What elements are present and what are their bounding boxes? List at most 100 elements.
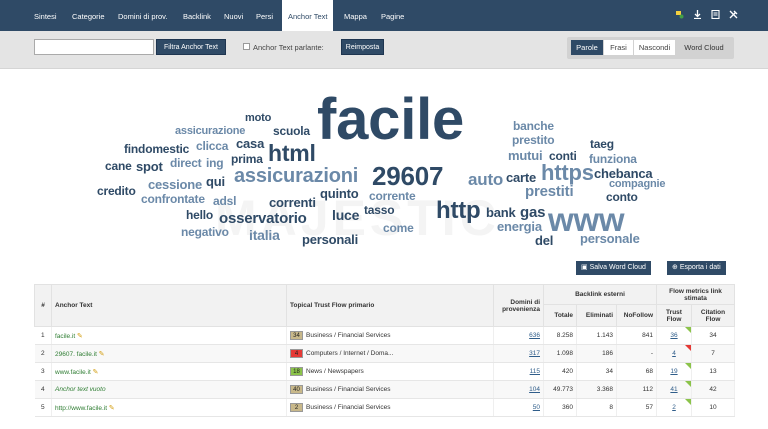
cloud-word[interactable]: clicca [196,140,228,152]
cloud-word[interactable]: html [268,142,316,165]
cloud-word[interactable]: conto [606,191,638,203]
table-row[interactable]: 5 http://www.facile.it ✎ 2 Business / Finan… [34,398,735,417]
cloud-word[interactable]: cane [105,160,132,172]
cloud-word[interactable]: correnti [269,196,316,209]
referring-domains-link[interactable]: 636 [529,332,540,339]
tab-domini-di-prov[interactable]: Domini di prov. [118,0,167,31]
cloud-word[interactable]: personale [580,232,640,245]
cloud-word[interactable]: italia [249,228,280,242]
tab-pagine[interactable]: Pagine [381,0,404,31]
cloud-word[interactable]: negativo [181,226,229,238]
cloud-word[interactable]: prima [231,153,263,165]
cloud-word[interactable]: banche [513,120,554,132]
cloud-word[interactable]: moto [245,113,271,124]
tab-nuovi[interactable]: Nuovi [224,0,243,31]
cloud-word[interactable]: come [383,222,414,234]
filter-anchor-text-button[interactable]: Filtra Anchor Text [156,39,226,55]
col-referring-domains-header[interactable]: Domini di provenienza [493,284,544,327]
cloud-word[interactable]: casa [236,137,264,150]
tab-backlink[interactable]: Backlink [183,0,211,31]
tab-mappa[interactable]: Mappa [344,0,367,31]
cloud-word[interactable]: adsl [213,195,236,207]
cloud-word[interactable]: findomestic [124,143,189,155]
cloud-word[interactable]: luce [332,208,359,222]
cloud-word[interactable]: compagnie [609,179,665,190]
download-icon[interactable] [693,10,702,20]
cloud-word[interactable]: prestiti [525,184,574,199]
tab-sintesi[interactable]: Sintesi [34,0,57,31]
cloud-word[interactable]: energia [497,220,542,233]
trust-flow-link[interactable]: 41 [670,386,677,393]
col-anchor-text-header[interactable]: Anchor Text [51,284,287,327]
cloud-word[interactable]: funziona [589,153,637,165]
cloud-word[interactable]: ing [206,157,224,169]
cloud-word[interactable]: gas [520,205,545,220]
tab-anchor-text[interactable]: Anchor Text [282,0,334,31]
cloud-word[interactable]: confrontate [141,193,205,205]
tools-icon[interactable] [729,10,738,19]
cloud-word[interactable]: cessione [148,178,202,191]
cloud-word[interactable]: direct [170,157,202,169]
table-row[interactable]: 4 Anchor text vuoto 40 Business / Financial… [34,380,735,399]
flag-add-icon[interactable] [675,10,684,19]
trust-flow-link[interactable]: 4 [672,350,676,357]
cloud-word[interactable]: carte [506,171,536,184]
cloud-word[interactable]: bank [486,206,516,219]
cloud-word[interactable]: qui [206,175,225,188]
referring-domains-link[interactable]: 115 [530,368,540,375]
referring-domains-link[interactable]: 104 [529,386,540,393]
cloud-word[interactable]: hello [186,209,213,221]
anchor-text-link[interactable]: www.facile.it [55,369,91,376]
report-icon[interactable] [711,9,720,20]
export-data-button[interactable]: ⊕ Esporta i dati [667,261,726,275]
save-word-cloud-button[interactable]: ▣ Salva Word Cloud [576,261,651,275]
anchor-text-link[interactable]: facile.it [55,333,75,340]
cloud-word[interactable]: assicurazione [175,126,245,137]
cloud-word[interactable]: prestito [512,134,555,146]
col-nofollow-header[interactable]: NoFollow [616,304,657,327]
col-deleted-header[interactable]: Eliminati [576,304,617,327]
cloud-word[interactable]: osservatorio [219,211,307,226]
cloud-word[interactable]: del [535,234,553,247]
cloud-word[interactable]: http [436,199,481,223]
view-word-cloud[interactable]: Word Cloud [677,40,731,55]
cloud-word[interactable]: 29607 [372,163,444,189]
tab-categorie[interactable]: Categorie [72,0,105,31]
table-row[interactable]: 2 29607. facile.it ✎ 4 Computers / Internet… [34,344,735,363]
anchor-text-link[interactable]: http://www.facile.it [55,405,107,412]
cloud-word[interactable]: credito [97,185,136,197]
cloud-word[interactable]: conti [549,150,577,162]
referring-domains-link[interactable]: 50 [533,404,540,411]
cloud-word[interactable]: https [541,162,594,184]
reset-button[interactable]: Reimposta [341,39,384,55]
col-trust-flow-header[interactable]: Trust Flow [656,304,692,327]
cloud-word[interactable]: tasso [364,204,395,216]
cloud-word[interactable]: mutui [508,149,543,162]
cloud-word[interactable]: facile [317,91,464,149]
col-citation-flow-header[interactable]: Citation Flow [691,304,735,327]
cloud-word[interactable]: personali [302,233,358,246]
tab-persi[interactable]: Persi [256,0,273,31]
trust-flow-link[interactable]: 36 [670,332,677,339]
anchor-text-link[interactable]: 29607. facile.it [55,351,97,358]
cloud-word[interactable]: quinto [320,187,359,200]
cloud-word[interactable]: assicurazioni [234,166,358,186]
table-row[interactable]: 3 www.facile.it ✎ 18 News / Newspapers 115 42… [34,362,735,381]
referring-domains-link[interactable]: 317 [529,350,540,357]
anchor-text-parlante-checkbox[interactable] [243,43,250,50]
pencil-icon[interactable]: ✎ [77,333,83,340]
col-total-header[interactable]: Totale [543,304,577,327]
cloud-word[interactable]: spot [136,160,163,173]
anchor-text-link[interactable]: Anchor text vuoto [55,386,106,393]
view-parole[interactable]: Parole [571,40,603,55]
anchor-text-filter-input[interactable] [34,39,154,55]
view-frasi[interactable]: Frasi [604,40,633,55]
cloud-word[interactable]: corrente [369,190,416,202]
pencil-icon[interactable]: ✎ [93,369,99,376]
pencil-icon[interactable]: ✎ [109,405,115,412]
table-row[interactable]: 1 facile.it ✎ 34 Business / Financial Servi… [34,326,735,345]
cloud-word[interactable]: taeg [590,138,614,150]
trust-flow-link[interactable]: 2 [672,404,676,411]
trust-flow-link[interactable]: 19 [670,368,677,375]
col-topical-trust-flow-header[interactable]: Topical Trust Flow primario [286,284,494,327]
